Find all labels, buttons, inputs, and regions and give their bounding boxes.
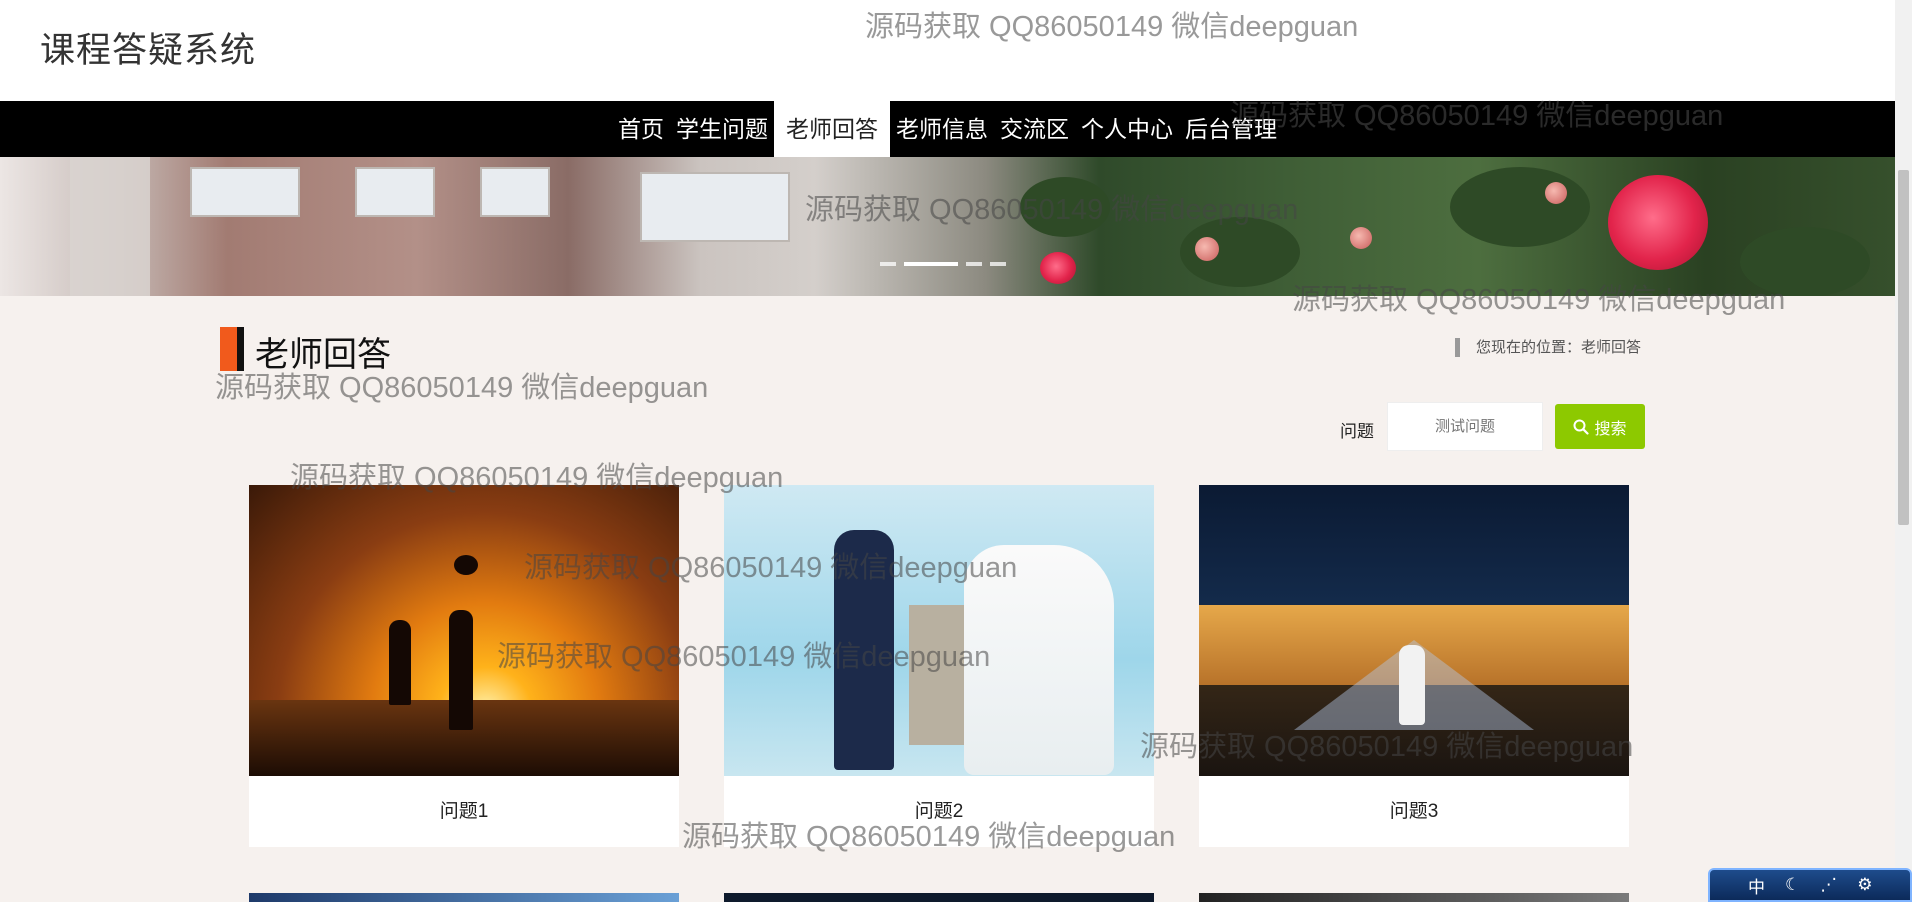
search-label: 问题 <box>1340 422 1374 441</box>
banner-window <box>640 172 790 242</box>
banner-bud <box>1350 227 1372 249</box>
carousel-dot[interactable] <box>880 262 896 266</box>
image-silhouette <box>449 610 473 730</box>
card-caption: 问题2 <box>914 801 964 822</box>
banner-building <box>70 157 150 296</box>
card-caption: 问题1 <box>439 801 489 822</box>
banner-foliage <box>1450 167 1590 247</box>
carousel-dot[interactable] <box>966 262 982 266</box>
banner-camellia <box>1608 175 1708 270</box>
banner-window <box>355 167 435 217</box>
nav-item-student-questions[interactable]: 学生问题 <box>670 101 774 157</box>
site-header: 课程答疑系统 <box>0 0 1895 101</box>
search-input[interactable] <box>1387 402 1543 451</box>
card-peek[interactable] <box>1199 893 1629 902</box>
image-silhouette <box>454 555 478 575</box>
answer-card[interactable]: 问题1 <box>249 485 679 847</box>
section-title-marker <box>220 327 244 371</box>
card-caption: 问题3 <box>1389 801 1439 822</box>
banner-foliage <box>1020 177 1110 237</box>
image-bride <box>1399 645 1425 725</box>
breadcrumb: 您现在的位置：老师回答 <box>1455 338 1641 357</box>
carousel-dot[interactable] <box>990 262 1006 266</box>
image-bride-dress <box>964 545 1114 775</box>
card-image-wedding-couple <box>724 485 1154 776</box>
nav-item-home[interactable]: 首页 <box>612 101 670 157</box>
nav-item-forum[interactable]: 交流区 <box>994 101 1075 157</box>
page-title: 老师回答 <box>255 336 391 374</box>
gear-icon[interactable]: ⚙ <box>1857 875 1872 895</box>
main-nav: 首页 学生问题 老师回答 老师信息 交流区 个人中心 后台管理 <box>0 101 1895 157</box>
banner-bud <box>1195 237 1219 261</box>
page-scrollbar[interactable] <box>1895 0 1912 902</box>
breadcrumb-text: 您现在的位置：老师回答 <box>1476 339 1642 356</box>
search-icon <box>1573 419 1590 435</box>
card-image-sunset-couple <box>249 485 679 776</box>
answer-card[interactable]: 问题2 <box>724 485 1154 847</box>
nav-item-admin[interactable]: 后台管理 <box>1179 101 1283 157</box>
share-icon[interactable]: ⋰ <box>1820 875 1837 895</box>
ime-mode-label[interactable]: 中 <box>1748 873 1765 898</box>
nav-item-teacher-info[interactable]: 老师信息 <box>890 101 994 157</box>
nav-item-teacher-answers[interactable]: 老师回答 <box>774 101 890 157</box>
image-groom <box>834 530 894 770</box>
banner-window <box>190 167 300 217</box>
banner-carousel[interactable] <box>0 157 1895 296</box>
scrollbar-thumb[interactable] <box>1898 170 1909 525</box>
banner-foliage <box>1740 227 1870 296</box>
search-button[interactable]: 搜索 <box>1555 404 1645 449</box>
moon-icon[interactable]: ☾ <box>1785 875 1800 895</box>
card-peek[interactable] <box>724 893 1154 902</box>
banner-window <box>480 167 550 217</box>
ime-toolbar[interactable]: 中 ☾ ⋰ ⚙ <box>1708 868 1912 902</box>
image-silhouette <box>389 620 411 705</box>
card-image-louvre-night <box>1199 485 1629 776</box>
search-button-label: 搜索 <box>1594 420 1627 438</box>
banner-bud <box>1545 182 1567 204</box>
carousel-dot-active[interactable] <box>904 262 958 266</box>
nav-list: 首页 学生问题 老师回答 老师信息 交流区 个人中心 后台管理 <box>612 101 1283 157</box>
banner-camellia <box>1040 252 1076 284</box>
nav-item-personal-center[interactable]: 个人中心 <box>1075 101 1179 157</box>
card-peek[interactable] <box>249 893 679 902</box>
answer-card[interactable]: 问题3 <box>1199 485 1629 847</box>
site-title: 课程答疑系统 <box>40 31 257 70</box>
carousel-indicators <box>880 262 1006 266</box>
